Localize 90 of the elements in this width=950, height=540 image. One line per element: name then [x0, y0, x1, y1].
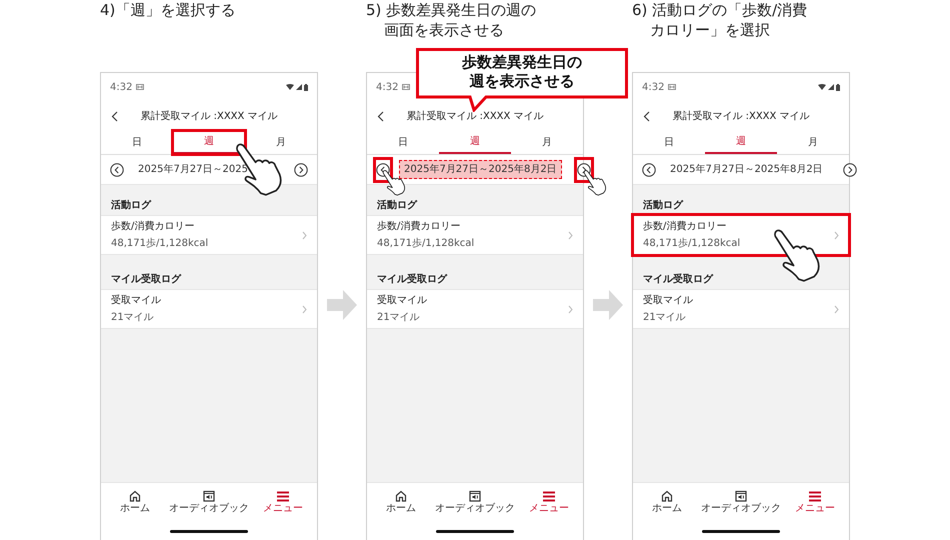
- item-value: 21マイル: [377, 311, 420, 325]
- back-icon[interactable]: [111, 110, 118, 122]
- section-heading: マイル受取ログ: [376, 272, 448, 286]
- status-time: 4:32: [642, 80, 664, 94]
- item-value: 21マイル: [643, 311, 686, 325]
- menu-icon: [809, 490, 821, 502]
- nav-tab[interactable]: オーディオブック: [435, 490, 515, 515]
- item-value: 48,171歩/1,128kcal: [377, 236, 474, 251]
- item-value: 48,171歩/1,128kcal: [643, 236, 740, 251]
- nav-tab[interactable]: メニュー: [795, 490, 835, 514]
- list-item[interactable]: 受取マイル 21マイル: [101, 289, 317, 329]
- section-heading: マイル受取ログ: [110, 272, 182, 286]
- screen-title: 累計受取マイル :XXXX マイル: [671, 110, 811, 124]
- wifi-icon: [818, 84, 826, 90]
- item-title: 受取マイル: [643, 294, 693, 308]
- screen-title: 累計受取マイル :XXXX マイル: [139, 110, 279, 124]
- tab[interactable]: 日: [633, 131, 705, 154]
- tab[interactable]: 日: [367, 131, 439, 154]
- home-icon: [661, 490, 673, 502]
- section-heading: マイル受取ログ: [642, 272, 714, 286]
- tab[interactable]: 月: [245, 131, 317, 154]
- date-range: 2025年7月27日～2025: [137, 163, 249, 177]
- notification-icon: [136, 84, 144, 90]
- home-icon: [395, 490, 407, 502]
- date-range: 2025年7月27日～2025年8月2日: [399, 160, 562, 179]
- hand-pointer-icon: [773, 229, 821, 283]
- back-icon[interactable]: [377, 110, 384, 122]
- chevron-right-icon: [834, 304, 839, 314]
- back-icon[interactable]: [643, 110, 650, 122]
- signal-icon: [828, 84, 834, 90]
- item-title: 歩数/消費カロリー: [111, 220, 194, 234]
- notification-icon: [668, 84, 676, 90]
- right-arrow-icon: [327, 290, 357, 320]
- section-heading: 活動ログ: [376, 198, 418, 212]
- audiobook-icon: [203, 490, 215, 502]
- nav-tab[interactable]: ホーム: [386, 490, 416, 515]
- callout-text: 歩数差異発生日の: [462, 53, 582, 72]
- item-value: 48,171歩/1,128kcal: [111, 236, 208, 251]
- chevron-right-icon: [294, 162, 308, 176]
- item-title: 受取マイル: [111, 294, 161, 308]
- tab[interactable]: 月: [511, 131, 583, 154]
- tab[interactable]: 月: [777, 131, 849, 154]
- nav-tab[interactable]: ホーム: [652, 490, 682, 515]
- home-icon: [129, 490, 141, 502]
- nav-tab[interactable]: ホーム: [120, 490, 150, 515]
- chevron-left-icon: [110, 162, 124, 176]
- step-caption: 6) 活動ログの「歩数/消費: [632, 0, 808, 20]
- tab[interactable]: 日: [101, 131, 173, 154]
- chevron-right-icon: [302, 304, 307, 314]
- chevron-right-icon: [568, 304, 573, 314]
- section-heading: 活動ログ: [110, 198, 152, 212]
- audiobook-icon: [735, 490, 747, 502]
- screen-title: 累計受取マイル :XXXX マイル: [405, 110, 545, 124]
- list-item[interactable]: 受取マイル 21マイル: [633, 289, 849, 329]
- nav-tab[interactable]: メニュー: [529, 490, 569, 514]
- nav-tab[interactable]: オーディオブック: [169, 490, 249, 515]
- right-arrow-icon: [593, 290, 623, 320]
- step-caption: カロリー」を選択: [650, 20, 770, 40]
- nav-tab[interactable]: メニュー: [263, 490, 303, 514]
- chevron-right-icon: [568, 230, 573, 240]
- wifi-icon: [286, 84, 294, 90]
- battery-icon: [304, 84, 308, 90]
- status-time: 4:32: [376, 80, 398, 94]
- battery-icon: [836, 84, 840, 90]
- chevron-left-icon: [642, 162, 656, 176]
- section-heading: 活動ログ: [642, 198, 684, 212]
- list-item[interactable]: 受取マイル 21マイル: [367, 289, 583, 329]
- item-title: 歩数/消費カロリー: [377, 220, 460, 234]
- status-time: 4:32: [110, 80, 132, 94]
- tab[interactable]: 週: [173, 131, 245, 154]
- step-caption: 5) 歩数差異発生日の週の: [366, 0, 536, 20]
- callout-text: 週を表示させる: [470, 72, 574, 91]
- step-caption: 4)「週」を選択する: [100, 0, 236, 20]
- nav-tab[interactable]: オーディオブック: [701, 490, 781, 515]
- chevron-right-icon: [834, 230, 839, 240]
- date-range: 2025年7月27日～2025年8月2日: [669, 163, 824, 177]
- item-value: 21マイル: [111, 311, 154, 325]
- hand-pointer-icon: [582, 170, 607, 196]
- list-item[interactable]: 歩数/消費カロリー 48,171歩/1,128kcal: [633, 215, 849, 255]
- item-title: 歩数/消費カロリー: [643, 220, 726, 234]
- menu-icon: [543, 490, 555, 502]
- list-item[interactable]: 歩数/消費カロリー 48,171歩/1,128kcal: [367, 215, 583, 255]
- signal-icon: [296, 84, 302, 90]
- step-caption: 画面を表示させる: [384, 20, 504, 40]
- chevron-right-icon: [302, 230, 307, 240]
- item-title: 受取マイル: [377, 294, 427, 308]
- notification-icon: [402, 84, 410, 90]
- list-item[interactable]: 歩数/消費カロリー 48,171歩/1,128kcal: [101, 215, 317, 255]
- audiobook-icon: [469, 490, 481, 502]
- menu-icon: [277, 490, 289, 502]
